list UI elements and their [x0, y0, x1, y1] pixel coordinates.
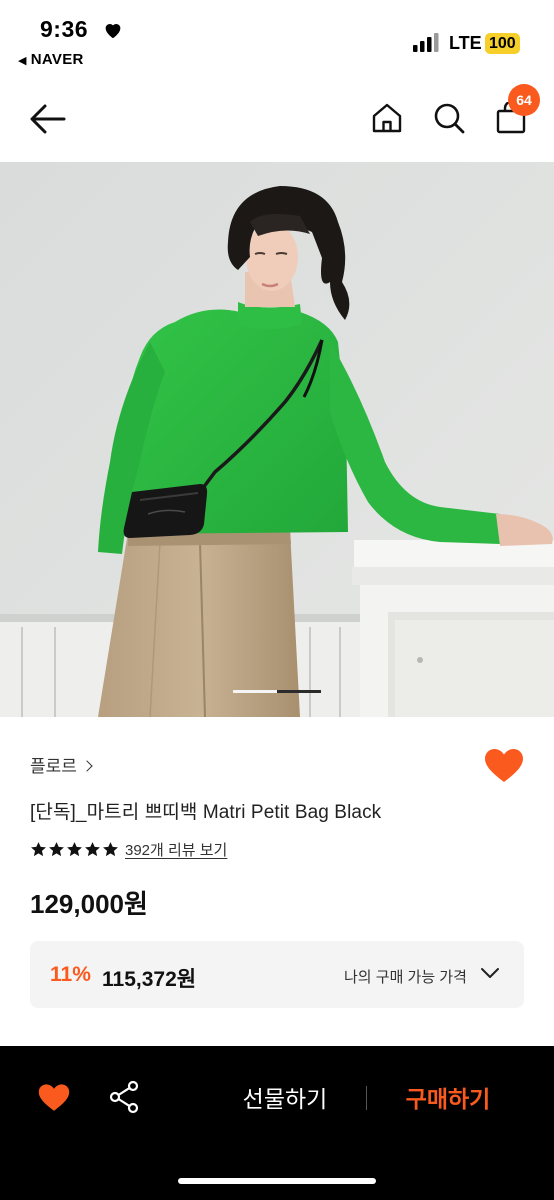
gift-button[interactable]: 선물하기: [200, 1074, 370, 1124]
star-icon: [103, 841, 118, 856]
back-to-app-link[interactable]: ◀ NAVER: [18, 51, 84, 68]
button-divider: [366, 1086, 367, 1110]
brand-name: 플로르: [30, 757, 77, 776]
product-title: [단독]_마트리 쁘띠백 Matri Petit Bag Black: [30, 802, 382, 823]
discount-price-panel[interactable]: 11% 115,372원 나의 구매 가능 가격: [30, 941, 524, 1008]
home-icon[interactable]: [371, 102, 403, 134]
discount-rate: 11%: [50, 963, 91, 986]
back-app-label: NAVER: [30, 51, 84, 68]
status-time: 9:36: [40, 16, 89, 42]
pager-segment-active: [277, 690, 321, 693]
buy-button[interactable]: 구매하기: [368, 1074, 528, 1124]
brand-link[interactable]: 플로르: [30, 752, 93, 777]
chevron-right-icon: [81, 760, 93, 772]
carrier-label: LTE: [449, 33, 482, 53]
star-rating: [30, 841, 119, 858]
battery-indicator: 100: [485, 33, 520, 54]
status-bar: 9:36 ◀ NAVER LTE 100: [0, 0, 554, 76]
heart-icon: [105, 24, 121, 39]
star-icon: [49, 841, 64, 856]
heart-icon[interactable]: [38, 1083, 70, 1113]
back-triangle-icon: ◀: [18, 55, 27, 67]
back-arrow-icon[interactable]: [28, 102, 66, 136]
discount-price: 115,372원: [102, 968, 197, 991]
wishlist-heart-icon[interactable]: [484, 748, 524, 784]
signal-icon: [413, 33, 439, 52]
chevron-down-icon: [481, 968, 499, 978]
product-image-carousel[interactable]: [0, 162, 554, 717]
product-photo: [0, 162, 554, 717]
discount-label: 나의 구매 가능 가격: [344, 969, 467, 986]
app-header: [0, 80, 554, 160]
star-icon: [85, 841, 100, 856]
star-icon: [31, 841, 46, 856]
share-icon[interactable]: [108, 1080, 140, 1114]
star-icon: [67, 841, 82, 856]
search-icon[interactable]: [433, 102, 465, 134]
rating-row: 392개 리뷰 보기: [30, 838, 227, 860]
home-indicator: [178, 1178, 376, 1184]
carousel-pager: [233, 690, 321, 693]
review-link[interactable]: 392개 리뷰 보기: [125, 839, 227, 860]
product-price: 129,000원: [30, 889, 148, 919]
cart-count-badge: 64: [508, 84, 540, 116]
pager-segment: [233, 690, 277, 693]
